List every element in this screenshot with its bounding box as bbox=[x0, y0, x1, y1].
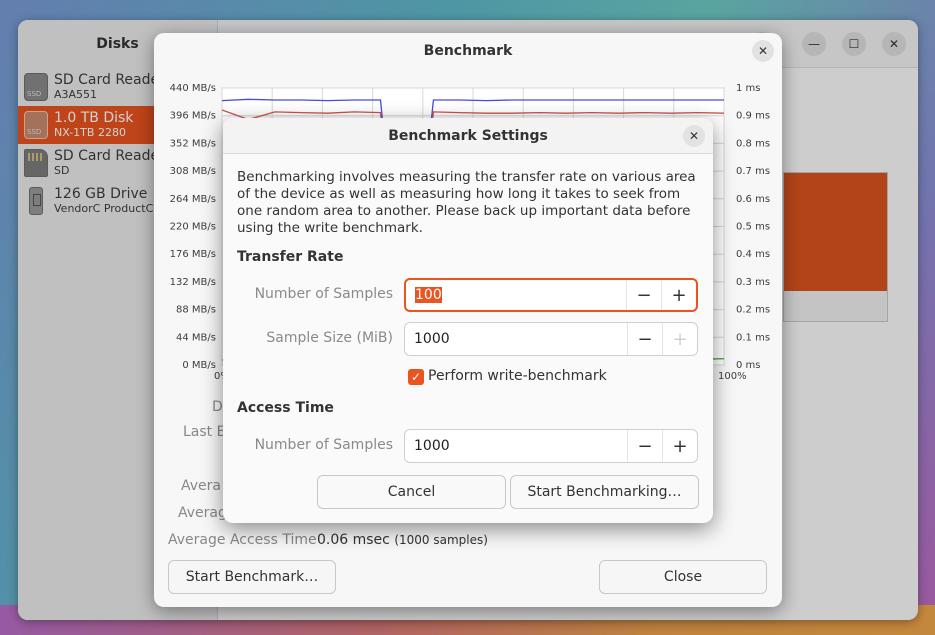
y-left-tick-label: 44 MB/s bbox=[176, 332, 216, 343]
stat-label-avg-access: Average Access Time bbox=[168, 532, 317, 548]
y-right-tick-label: 0 ms bbox=[736, 360, 761, 371]
y-right-tick-label: 1 ms bbox=[736, 83, 761, 94]
sample-size-plus-button[interactable]: + bbox=[662, 323, 697, 355]
num-samples-value[interactable]: 100 bbox=[415, 280, 442, 310]
y-left-tick-label: 220 MB/s bbox=[170, 222, 216, 233]
num-samples-plus-button[interactable]: + bbox=[661, 280, 696, 310]
benchmark-title: Benchmark bbox=[423, 43, 513, 59]
y-left-tick-label: 88 MB/s bbox=[176, 305, 216, 316]
access-samples-label: Number of Samples bbox=[254, 437, 393, 453]
sample-size-value[interactable]: 1000 bbox=[414, 323, 450, 355]
y-right-tick-label: 0.4 ms bbox=[736, 249, 770, 260]
access-samples-value[interactable]: 1000 bbox=[414, 430, 450, 462]
y-right-tick-label: 0.1 ms bbox=[736, 332, 770, 343]
settings-title: Benchmark Settings bbox=[388, 127, 548, 144]
avg-access-samples: (1000 samples) bbox=[394, 533, 488, 547]
cancel-button[interactable]: Cancel bbox=[317, 475, 506, 509]
num-samples-label: Number of Samples bbox=[254, 286, 393, 302]
start-benchmarking-button[interactable]: Start Benchmarking… bbox=[510, 475, 699, 509]
settings-header: Benchmark Settings ✕ bbox=[223, 118, 713, 154]
y-right-tick-label: 0.6 ms bbox=[736, 194, 770, 205]
num-samples-minus-button[interactable]: − bbox=[626, 280, 661, 310]
access-samples-stepper[interactable]: 1000 − + bbox=[404, 429, 698, 463]
access-time-heading: Access Time bbox=[237, 400, 334, 416]
avg-access-value: 0.06 msec bbox=[317, 532, 390, 548]
write-benchmark-label[interactable]: Perform write-benchmark bbox=[428, 368, 607, 384]
settings-close-icon[interactable]: ✕ bbox=[683, 125, 705, 147]
y-right-tick-label: 0.8 ms bbox=[736, 138, 770, 149]
y-right-tick-label: 0.3 ms bbox=[736, 277, 770, 288]
x-tick-label: 100% bbox=[718, 371, 747, 382]
y-right-tick-label: 0.5 ms bbox=[736, 222, 770, 233]
y-right-tick-label: 0.9 ms bbox=[736, 111, 770, 122]
stat-label-d: D bbox=[212, 399, 223, 415]
start-benchmark-button[interactable]: Start Benchmark… bbox=[168, 560, 336, 594]
y-left-tick-label: 308 MB/s bbox=[170, 166, 216, 177]
y-left-tick-label: 396 MB/s bbox=[170, 111, 216, 122]
stat-label-avg-write: Averag bbox=[178, 505, 227, 521]
close-button[interactable]: Close bbox=[599, 560, 767, 594]
transfer-rate-heading: Transfer Rate bbox=[237, 249, 344, 265]
benchmark-header: Benchmark ✕ bbox=[154, 33, 782, 69]
sample-size-minus-button[interactable]: − bbox=[627, 323, 662, 355]
sample-size-stepper[interactable]: 1000 − + bbox=[404, 322, 698, 356]
settings-description: Benchmarking involves measuring the tran… bbox=[237, 169, 696, 236]
benchmark-settings-dialog: Benchmark Settings ✕ Benchmarking involv… bbox=[223, 118, 713, 523]
y-right-tick-label: 0.7 ms bbox=[736, 166, 770, 177]
y-left-tick-label: 264 MB/s bbox=[170, 194, 216, 205]
write-benchmark-checkbox[interactable]: ✓ bbox=[408, 369, 424, 385]
benchmark-close-icon[interactable]: ✕ bbox=[752, 40, 774, 62]
stat-value-avg-access: 0.06 msec (1000 samples) bbox=[317, 532, 488, 548]
y-right-tick-label: 0.2 ms bbox=[736, 305, 770, 316]
num-samples-stepper[interactable]: 100 − + bbox=[404, 278, 698, 312]
stat-label-last-benchmarked: Last B bbox=[183, 424, 227, 440]
access-samples-plus-button[interactable]: + bbox=[662, 430, 697, 462]
y-left-tick-label: 0 MB/s bbox=[182, 360, 216, 371]
y-left-tick-label: 132 MB/s bbox=[170, 277, 216, 288]
y-left-tick-label: 176 MB/s bbox=[170, 249, 216, 260]
y-left-tick-label: 352 MB/s bbox=[170, 138, 216, 149]
stat-label-avg-read: Avera bbox=[181, 478, 221, 494]
y-left-tick-label: 440 MB/s bbox=[170, 83, 216, 94]
access-samples-minus-button[interactable]: − bbox=[627, 430, 662, 462]
sample-size-label: Sample Size (MiB) bbox=[266, 330, 393, 346]
